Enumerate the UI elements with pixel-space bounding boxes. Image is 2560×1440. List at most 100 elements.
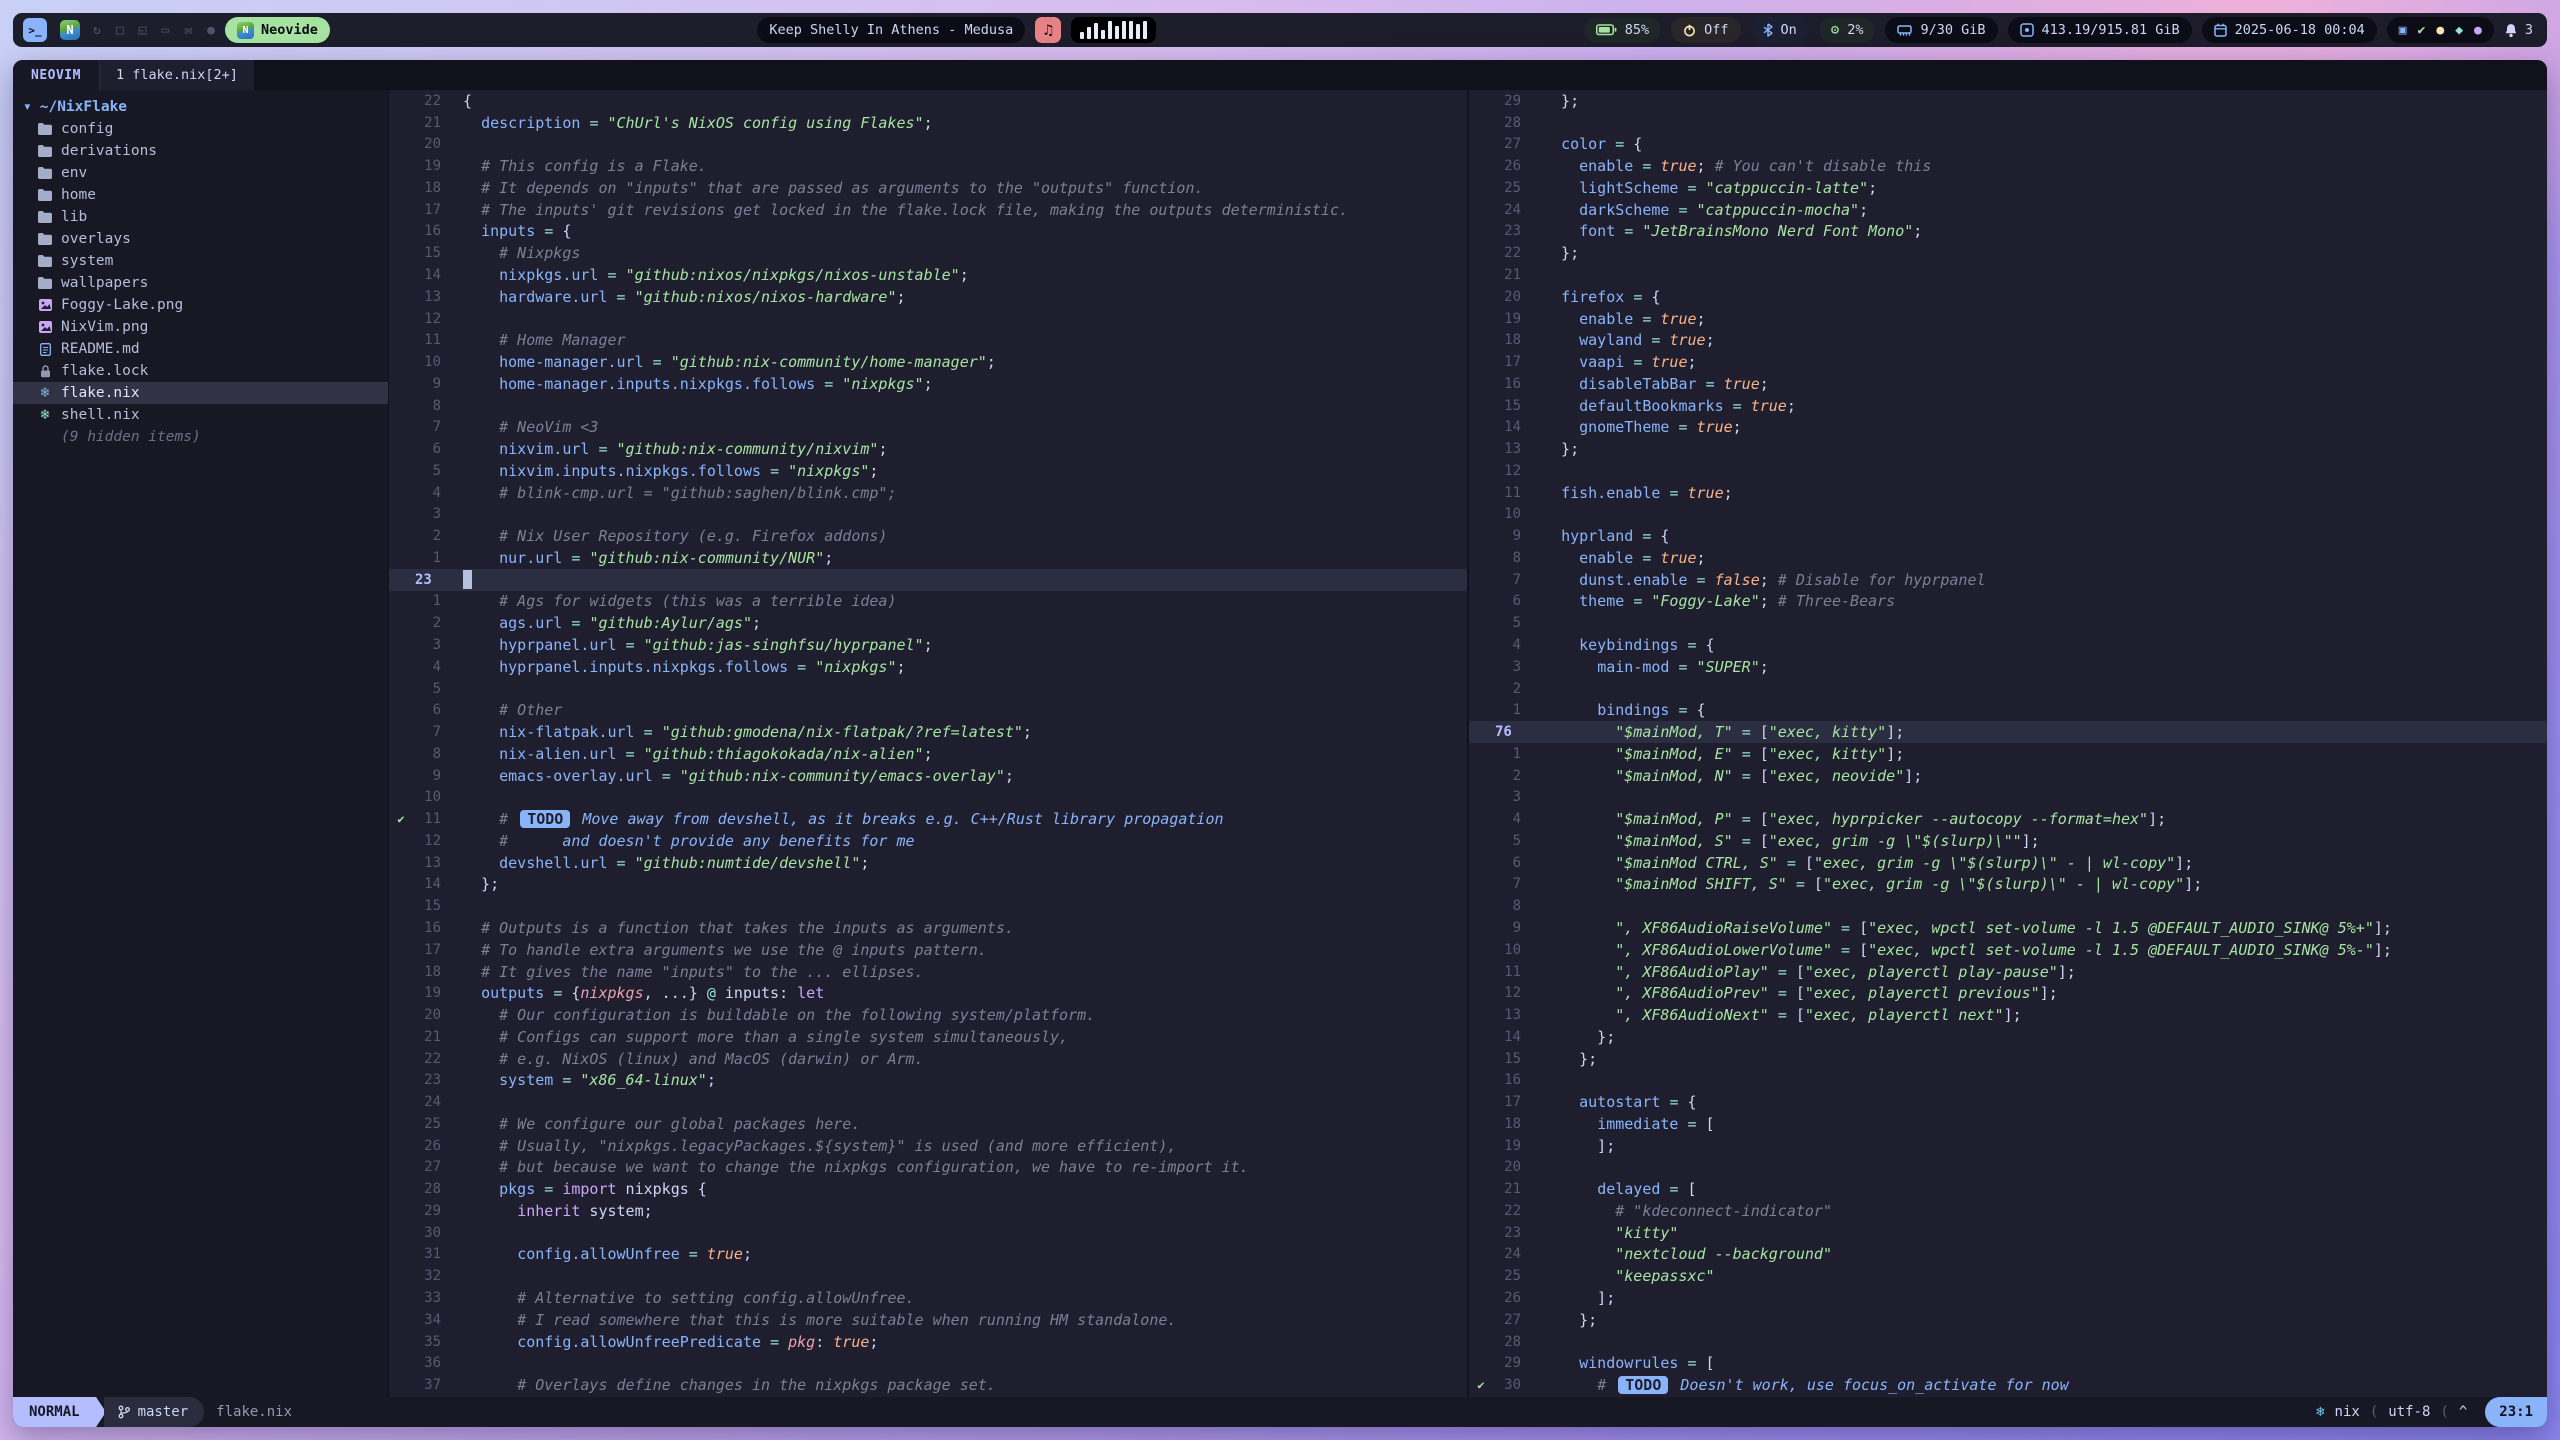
workspace-3-icon[interactable]: □ (116, 23, 124, 38)
code-line[interactable]: 1 bindings = { (1469, 699, 2547, 721)
code-line[interactable]: 15 # Nixpkgs (389, 242, 1467, 264)
code-line[interactable]: 15 defaultBookmarks = true; (1469, 395, 2547, 417)
code-line[interactable]: 15 }; (1469, 1048, 2547, 1070)
code-line[interactable]: 31 config.allowUnfree = true; (389, 1244, 1467, 1266)
tree-item-Foggy-Lake.png[interactable]: Foggy-Lake.png (13, 294, 388, 316)
code-line[interactable]: 9 ", XF86AudioRaiseVolume" = ["exec, wpc… (1469, 917, 2547, 939)
code-line[interactable]: 22{ (389, 90, 1467, 112)
workspace-6-icon[interactable]: ✉ (184, 23, 192, 38)
workspace-5-icon[interactable]: ▭ (161, 23, 169, 38)
launcher-icon[interactable]: >_ (23, 18, 47, 42)
tree-item-system[interactable]: system (13, 250, 388, 272)
code-line[interactable]: 12 (389, 308, 1467, 330)
code-line[interactable]: 21 (1469, 264, 2547, 286)
code-line[interactable]: 11 fish.enable = true; (1469, 482, 2547, 504)
code-line[interactable]: 18 immediate = [ (1469, 1113, 2547, 1135)
code-line[interactable]: 20 (389, 134, 1467, 156)
code-line[interactable]: 1 # Ags for widgets (this was a terrible… (389, 591, 1467, 613)
code-line[interactable]: 16 (1469, 1069, 2547, 1091)
code-line[interactable]: 14 gnomeTheme = true; (1469, 416, 2547, 438)
workspace-4-icon[interactable]: ◱ (139, 23, 147, 38)
cpu-module[interactable]: ⚙ 2% (1819, 17, 1876, 43)
tree-item-env[interactable]: env (13, 162, 388, 184)
clock-module[interactable]: 2025-06-18 00:04 (2202, 17, 2377, 43)
code-line[interactable]: 18 # It gives the name "inputs" to the .… (389, 961, 1467, 983)
status-yellow-icon[interactable]: ● (2436, 23, 2444, 38)
code-line[interactable]: 14 }; (1469, 1026, 2547, 1048)
music-note-icon[interactable]: ♫ (1035, 17, 1061, 43)
git-branch-segment[interactable]: master (104, 1397, 205, 1427)
code-line[interactable]: 29 inherit system; (389, 1200, 1467, 1222)
code-line[interactable]: 2 ags.url = "github:Aylur/ags"; (389, 612, 1467, 634)
code-line[interactable]: 18 # It depends on "inputs" that are pas… (389, 177, 1467, 199)
code-line[interactable]: 2 "$mainMod, N" = ["exec, neovide"]; (1469, 765, 2547, 787)
code-line[interactable]: ✔11 # TODO Move away from devshell, as i… (389, 808, 1467, 830)
code-line[interactable]: 23 "kitty" (1469, 1222, 2547, 1244)
battery-module[interactable]: 85% (1584, 17, 1661, 43)
workspace-2-icon[interactable]: ↻ (93, 23, 101, 38)
code-line[interactable]: 16 inputs = { (389, 221, 1467, 243)
code-line[interactable]: 21 # Configs can support more than a sin… (389, 1026, 1467, 1048)
code-line[interactable]: 4 # blink-cmp.url = "github:saghen/blink… (389, 482, 1467, 504)
tree-item-home[interactable]: home (13, 184, 388, 206)
code-line[interactable]: 22 }; (1469, 242, 2547, 264)
code-line[interactable]: 15 (389, 895, 1467, 917)
code-line[interactable]: 8 nix-alien.url = "github:thiagokokada/n… (389, 743, 1467, 765)
code-line[interactable]: 4 hyprpanel.inputs.nixpkgs.follows = "ni… (389, 656, 1467, 678)
code-line[interactable]: 7 "$mainMod SHIFT, S" = ["exec, grim -g … (1469, 874, 2547, 896)
code-line[interactable]: 17 autostart = { (1469, 1091, 2547, 1113)
code-line[interactable]: 25 "keepassxc" (1469, 1265, 2547, 1287)
code-line[interactable]: 12 (1469, 460, 2547, 482)
status-purple-icon[interactable]: ● (2474, 23, 2482, 38)
code-line[interactable]: 8 (389, 395, 1467, 417)
code-line[interactable]: 27 color = { (1469, 134, 2547, 156)
tree-item-9hiddenitems[interactable]: (9 hidden items) (13, 426, 388, 448)
code-line[interactable]: 9 emacs-overlay.url = "github:nix-commun… (389, 765, 1467, 787)
code-line[interactable]: 14 }; (389, 874, 1467, 896)
editor-pane-right[interactable]: 29 };2827 color = {26 enable = true; # Y… (1467, 90, 2547, 1397)
code-line[interactable]: 13 }; (1469, 438, 2547, 460)
tree-item-shell.nix[interactable]: ❄shell.nix (13, 404, 388, 426)
code-line[interactable]: 34 # I read somewhere that this is more … (389, 1309, 1467, 1331)
code-line[interactable]: 12 ", XF86AudioPrev" = ["exec, playerctl… (1469, 982, 2547, 1004)
code-line[interactable]: 10 ", XF86AudioLowerVolume" = ["exec, wp… (1469, 939, 2547, 961)
code-line[interactable]: 35 config.allowUnfreePredicate = pkg: tr… (389, 1331, 1467, 1353)
code-line[interactable]: 19 ]; (1469, 1135, 2547, 1157)
code-line[interactable]: 22 # "kdeconnect-indicator" (1469, 1200, 2547, 1222)
code-line[interactable]: 8 enable = true; (1469, 547, 2547, 569)
code-line[interactable]: ✔30 # TODO Doesn't work, use focus_on_ac… (1469, 1374, 2547, 1396)
idle-inhibitor-module[interactable]: Off (1671, 17, 1740, 43)
code-line[interactable]: 5 (1469, 612, 2547, 634)
memory-module[interactable]: 9/30 GiB (1885, 17, 1997, 43)
code-line[interactable]: 12 # and doesn't provide any benefits fo… (389, 830, 1467, 852)
code-line[interactable]: 1 nur.url = "github:nix-community/NUR"; (389, 547, 1467, 569)
code-line[interactable]: 16 disableTabBar = true; (1469, 373, 2547, 395)
code-line[interactable]: 4 "$mainMod, P" = ["exec, hyprpicker --a… (1469, 808, 2547, 830)
code-line[interactable]: 3 (1469, 787, 2547, 809)
code-line[interactable]: 3 (389, 504, 1467, 526)
code-line[interactable]: 13 hardware.url = "github:nixos/nixos-ha… (389, 286, 1467, 308)
code-line[interactable]: 6 theme = "Foggy-Lake"; # Three-Bears (1469, 591, 2547, 613)
workspace-neovim-icon[interactable]: N (60, 20, 80, 40)
code-line[interactable]: 23 system = "x86_64-linux"; (389, 1069, 1467, 1091)
editor-pane-left[interactable]: 22{21 description = "ChUrl's NixOS confi… (389, 90, 1467, 1397)
code-line[interactable]: 13 devshell.url = "github:numtide/devshe… (389, 852, 1467, 874)
code-line[interactable]: 20 (1469, 1157, 2547, 1179)
code-line[interactable]: 26 # Usually, "nixpkgs.legacyPackages.${… (389, 1135, 1467, 1157)
code-line[interactable]: 9 hyprland = { (1469, 525, 2547, 547)
code-line[interactable]: 8 (1469, 895, 2547, 917)
code-line[interactable]: 1 "$mainMod, E" = ["exec, kitty"]; (1469, 743, 2547, 765)
code-line[interactable]: 19 # This config is a Flake. (389, 155, 1467, 177)
code-line[interactable]: 3 main-mod = "SUPER"; (1469, 656, 2547, 678)
code-line[interactable]: 5 (389, 678, 1467, 700)
code-line[interactable]: 25 # We configure our global packages he… (389, 1113, 1467, 1135)
code-line[interactable]: 14 nixpkgs.url = "github:nixos/nixpkgs/n… (389, 264, 1467, 286)
code-line[interactable]: 24 darkScheme = "catppuccin-mocha"; (1469, 199, 2547, 221)
code-line[interactable]: 7 # NeoVim <3 (389, 416, 1467, 438)
code-line[interactable]: 5 nixvim.inputs.nixpkgs.follows = "nixpk… (389, 460, 1467, 482)
code-line[interactable]: 2 (1469, 678, 2547, 700)
code-line[interactable]: 17 vaapi = true; (1469, 351, 2547, 373)
active-window-pill[interactable]: N Neovide (225, 17, 330, 43)
code-line[interactable]: 28 (1469, 1331, 2547, 1353)
tree-item-config[interactable]: config (13, 118, 388, 140)
